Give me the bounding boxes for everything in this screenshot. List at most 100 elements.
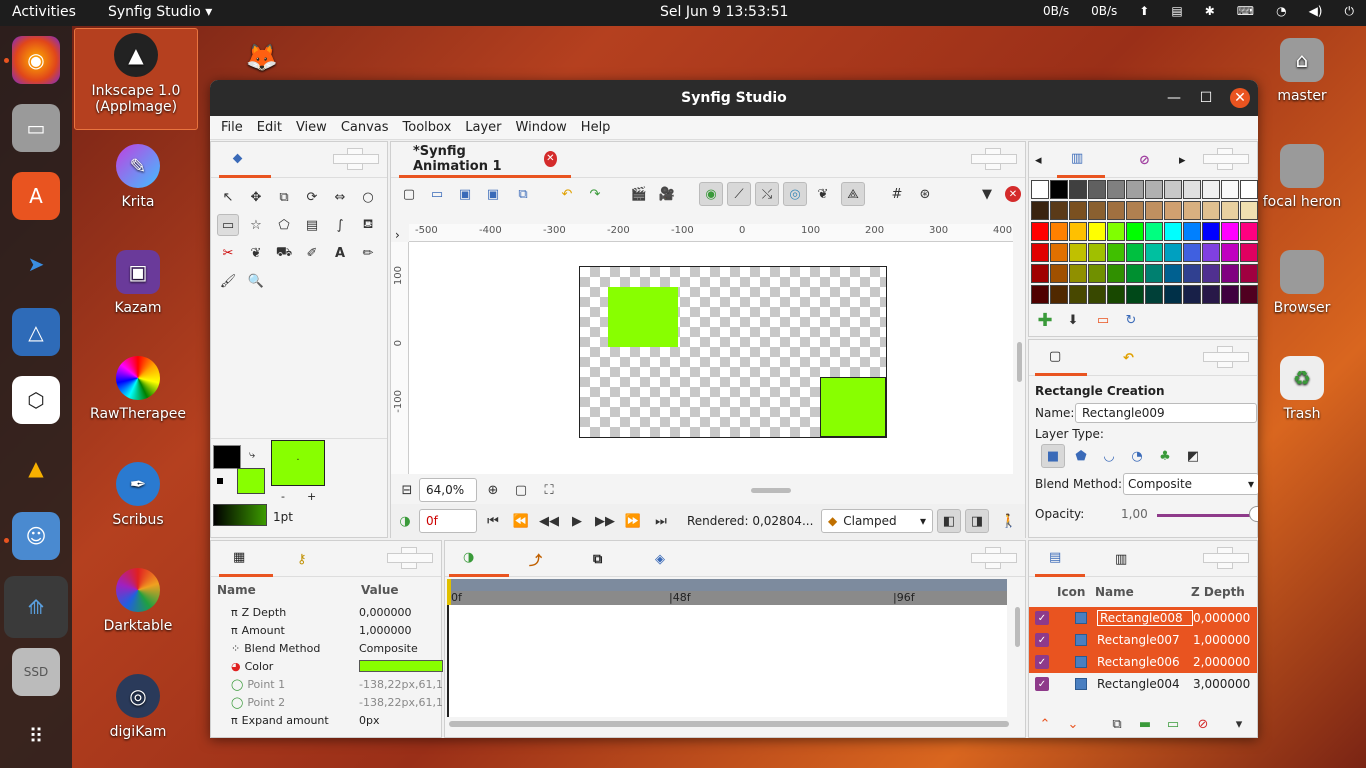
palette-color-swatch[interactable] [1202, 264, 1220, 283]
software-icon[interactable]: A [12, 172, 60, 220]
param-value[interactable]: Composite [359, 642, 443, 655]
smooth-move-tool-icon[interactable]: ✥ [245, 186, 267, 208]
tab-toolbox[interactable]: ⬥ [219, 142, 271, 178]
panel-grip[interactable] [1203, 346, 1249, 368]
palette-color-swatch[interactable] [1126, 285, 1144, 304]
desktop-icon-rawtherapee[interactable]: RawTherapee [76, 356, 200, 422]
palette-color-swatch[interactable] [1088, 201, 1106, 220]
palette-color-swatch[interactable] [1088, 243, 1106, 262]
panel-grip[interactable] [1203, 547, 1249, 569]
add-color-icon[interactable]: ✚ [1033, 308, 1057, 332]
fill-tool-icon[interactable]: ⛾ [357, 214, 379, 236]
star-tool-icon[interactable]: ☆ [245, 214, 267, 236]
sketch-tool-icon[interactable]: ✏ [357, 242, 379, 264]
increase-width-button[interactable]: + [307, 490, 316, 503]
palette-color-swatch[interactable] [1107, 264, 1125, 283]
param-row[interactable]: πZ Depth 0,000000 [211, 603, 443, 621]
render-icon[interactable]: 🎬 [627, 182, 651, 206]
palette-color-swatch[interactable] [1126, 180, 1144, 199]
system-tray[interactable]: 0B/s 0B/s ⬆ ▤ ✱ ⌨ ◔ ◀) ⏻ [1043, 4, 1354, 19]
palette-color-swatch[interactable] [1050, 201, 1068, 220]
menu-view[interactable]: View [289, 116, 334, 139]
menu-toolbox[interactable]: Toolbox [396, 116, 459, 139]
param-row[interactable]: ◕ Color [211, 657, 443, 675]
tab-sets[interactable]: ▥ [1101, 541, 1151, 577]
palette-color-swatch[interactable] [1183, 264, 1201, 283]
zoom-tool-icon[interactable]: 🔍 [245, 270, 267, 292]
palette-color-swatch[interactable] [1183, 222, 1201, 241]
layer-name[interactable]: Rectangle006 [1097, 655, 1193, 669]
menu-file[interactable]: File [214, 116, 250, 139]
panel-grip[interactable] [333, 148, 379, 170]
gradient-preview[interactable]: · [271, 440, 325, 486]
firefox-icon[interactable]: ◉ [12, 36, 60, 84]
tab-layers[interactable]: ▤ [1035, 541, 1085, 577]
show-position-handles-icon[interactable]: ◉ [699, 182, 723, 206]
param-row[interactable]: ◯Point 2 -138,22px,61,173 [211, 693, 443, 711]
godot-icon[interactable]: ☺ [12, 512, 60, 560]
activities-button[interactable]: Activities [12, 4, 76, 20]
save-icon[interactable]: ▣ [453, 182, 477, 206]
panel-grip[interactable] [1203, 148, 1249, 170]
vertical-scrollbar[interactable] [1017, 342, 1022, 382]
palette-color-swatch[interactable] [1164, 201, 1182, 220]
app4-icon[interactable]: ➤ [12, 240, 60, 288]
spline-tool-icon[interactable]: ∫ [329, 214, 351, 236]
eyedropper-tool-icon[interactable]: ✐ [301, 242, 323, 264]
preview-icon[interactable]: 🎥 [655, 182, 679, 206]
palette-color-swatch[interactable] [1069, 201, 1087, 220]
palette-color-swatch[interactable] [1240, 222, 1258, 241]
desktop-icon-gimp[interactable]: 🦊 [200, 36, 324, 86]
refresh-palette-icon[interactable]: ↻ [1119, 308, 1143, 332]
layer-name[interactable]: Rectangle007 [1097, 633, 1193, 647]
circle-tool-icon[interactable]: ○ [357, 186, 379, 208]
palette-color-swatch[interactable] [1069, 180, 1087, 199]
show-width-handles-icon[interactable]: ❦ [811, 182, 835, 206]
save-all-icon[interactable]: ⧉ [511, 182, 535, 206]
apps-grid-icon[interactable]: ⠿ [12, 712, 60, 760]
palette-color-swatch[interactable] [1126, 201, 1144, 220]
palette-color-swatch[interactable] [1202, 243, 1220, 262]
param-row[interactable]: ◯Point 1 -138,22px,61,173 [211, 675, 443, 693]
zoom-fit-icon[interactable]: ⛶ [537, 478, 561, 502]
palette-color-swatch[interactable] [1183, 201, 1201, 220]
layer-name[interactable]: Rectangle004 [1097, 677, 1193, 691]
layer-row[interactable]: ✓ Rectangle004 3,000000 [1029, 673, 1257, 695]
palette-color-swatch[interactable] [1088, 285, 1106, 304]
play-icon[interactable]: ▶ [565, 509, 589, 533]
tab-scroll-left[interactable]: ◂ [1029, 142, 1053, 178]
onion-skin-icon[interactable]: ⊛ [913, 182, 937, 206]
palette-color-swatch[interactable] [1145, 222, 1163, 241]
gradient-tool-icon[interactable]: ▤ [301, 214, 323, 236]
close-button[interactable]: ✕ [1230, 88, 1250, 108]
volume-icon[interactable]: ◀) [1309, 4, 1323, 19]
maximize-button[interactable]: ☐ [1196, 88, 1216, 108]
layer-visibility-checkbox[interactable]: ✓ [1035, 611, 1049, 625]
show-vertex-handles-icon[interactable]: ⟋ [727, 182, 751, 206]
show-radius-handles-icon[interactable]: ◎ [783, 182, 807, 206]
show-tangent-handles-icon[interactable]: ⤯ [755, 182, 779, 206]
param-value[interactable]: 0px [359, 714, 443, 727]
curve-gradient-layer-type-icon[interactable]: ◩ [1181, 444, 1205, 468]
reset-colors-icon[interactable] [217, 478, 223, 484]
group-layer-icon[interactable]: ▬ [1133, 712, 1157, 736]
palette-color-swatch[interactable] [1202, 285, 1220, 304]
desktop-icon-trash[interactable]: ♻ Trash [1240, 356, 1364, 422]
param-value[interactable]: -138,22px,61,173 [359, 678, 443, 691]
time-cursor[interactable] [447, 579, 451, 605]
palette-color-swatch[interactable] [1107, 285, 1125, 304]
palette-color-swatch[interactable] [1221, 201, 1239, 220]
layer-name[interactable]: Rectangle008 [1097, 610, 1193, 626]
advanced-outline-layer-type-icon[interactable]: ◔ [1125, 444, 1149, 468]
tab-canvas[interactable]: *Synfig Animation 1 ✕ [399, 142, 571, 178]
palette-color-swatch[interactable] [1145, 243, 1163, 262]
layer-visibility-checkbox[interactable]: ✓ [1035, 655, 1049, 669]
palette-color-swatch[interactable] [1069, 264, 1087, 283]
timetrack-vscroll[interactable] [1015, 607, 1020, 647]
tab-palette[interactable]: ▥ [1057, 142, 1105, 178]
tab-timetrack[interactable]: ◑ [449, 541, 509, 577]
clock[interactable]: Sel Jun 9 13:53:51 [660, 4, 788, 20]
layer-row[interactable]: ✓ Rectangle008 0,000000 [1029, 607, 1257, 629]
palette-color-swatch[interactable] [1031, 180, 1049, 199]
lock-past-keyframe-icon[interactable]: ◧ [937, 509, 961, 533]
